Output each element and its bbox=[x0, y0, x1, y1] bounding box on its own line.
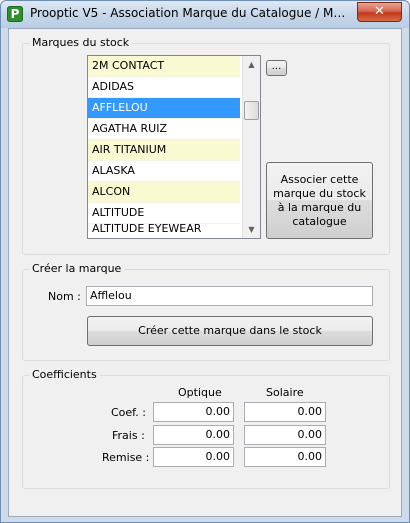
stock-brands-title: Marques du stock bbox=[29, 36, 133, 49]
solaire-column-header: Solaire bbox=[266, 386, 304, 399]
remise-label: Remise : bbox=[102, 451, 150, 464]
frais-solaire-field[interactable]: 0.00 bbox=[244, 425, 326, 445]
coefficients-title: Coefficients bbox=[29, 368, 100, 381]
app-logo-icon: P bbox=[7, 6, 23, 22]
list-item[interactable]: ALTITUDE EYEWEAR bbox=[88, 224, 240, 234]
coef-solaire-field[interactable]: 0.00 bbox=[244, 402, 326, 422]
create-brand-button[interactable]: Créer cette marque dans le stock bbox=[87, 316, 373, 346]
name-label: Nom : bbox=[48, 290, 81, 303]
brand-name-field[interactable]: Afflelou bbox=[86, 286, 373, 306]
list-scrollbar[interactable]: ▲ ▼ bbox=[242, 56, 260, 238]
stock-brands-list[interactable]: 2M CONTACT ADIDAS AFFLELOU AGATHA RUIZ A… bbox=[87, 55, 261, 239]
list-item[interactable]: AIR TITANIUM bbox=[88, 140, 240, 161]
list-item-selected[interactable]: AFFLELOU bbox=[88, 98, 240, 119]
coefficients-group: Coefficients Optique Solaire Coef. : 0.0… bbox=[22, 368, 390, 489]
list-item[interactable]: ALCON bbox=[88, 182, 240, 203]
associate-brand-button[interactable]: Associer cette marque du stock à la marq… bbox=[266, 162, 373, 239]
create-brand-title: Créer la marque bbox=[29, 262, 125, 275]
list-item[interactable]: ALTITUDE bbox=[88, 203, 240, 224]
list-item[interactable]: ADIDAS bbox=[88, 77, 240, 98]
list-item[interactable]: 2M CONTACT bbox=[88, 56, 240, 77]
stock-brands-group: Marques du stock 2M CONTACT ADIDAS AFFLE… bbox=[22, 36, 390, 255]
coef-optique-field[interactable]: 0.00 bbox=[153, 402, 234, 422]
coef-label: Coef. : bbox=[111, 406, 146, 419]
browse-button[interactable]: ... bbox=[266, 60, 287, 76]
optique-column-header: Optique bbox=[178, 386, 222, 399]
list-item[interactable]: ALASKA bbox=[88, 161, 240, 182]
create-brand-group: Créer la marque Nom : Afflelou Créer cet… bbox=[22, 262, 390, 361]
window-title: Prooptic V5 - Association Marque du Cata… bbox=[30, 6, 352, 20]
scroll-up-arrow-icon[interactable]: ▲ bbox=[243, 56, 260, 73]
remise-optique-field[interactable]: 0.00 bbox=[153, 447, 234, 467]
dialog-window: P Prooptic V5 - Association Marque du Ca… bbox=[0, 0, 410, 523]
scrollbar-thumb[interactable] bbox=[244, 101, 259, 120]
title-bar[interactable]: P Prooptic V5 - Association Marque du Ca… bbox=[1, 1, 409, 28]
scroll-down-arrow-icon[interactable]: ▼ bbox=[243, 221, 260, 238]
close-button[interactable]: ✕ bbox=[357, 2, 402, 22]
frais-optique-field[interactable]: 0.00 bbox=[153, 425, 234, 445]
dialog-client-area: Marques du stock 2M CONTACT ADIDAS AFFLE… bbox=[8, 28, 402, 517]
remise-solaire-field[interactable]: 0.00 bbox=[244, 447, 326, 467]
frais-label: Frais : bbox=[112, 429, 145, 442]
list-item[interactable]: AGATHA RUIZ bbox=[88, 119, 240, 140]
